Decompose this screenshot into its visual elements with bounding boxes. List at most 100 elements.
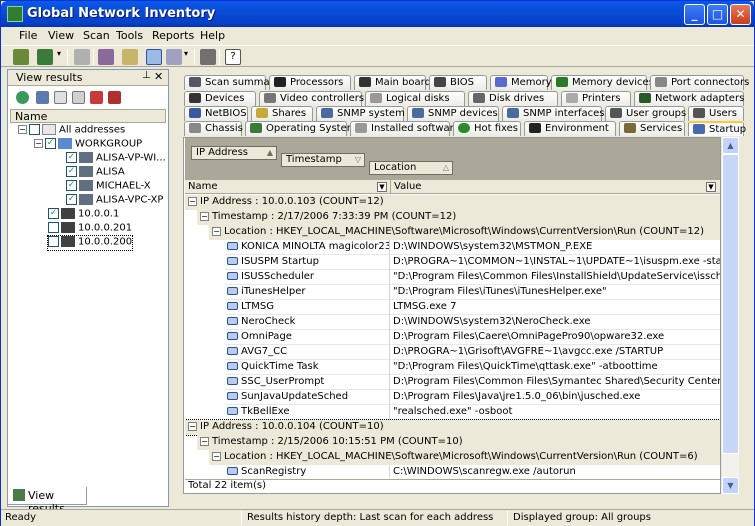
- scan-dropdown-icon[interactable]: ▾: [55, 49, 63, 65]
- tab-scan-summary[interactable]: Scan summary: [184, 75, 280, 90]
- tree-item-host[interactable]: ✓ MICHAEL-X: [66, 180, 151, 194]
- table-row[interactable]: SSC_UserPrompt D:\Program Files\Common Fi…: [225, 375, 720, 390]
- checkbox[interactable]: ✓: [48, 208, 59, 219]
- column-value[interactable]: Value: [391, 180, 720, 194]
- checkbox[interactable]: ✓: [66, 180, 77, 191]
- wizard-icon[interactable]: [13, 49, 29, 65]
- table-row[interactable]: OmniPage D:\Program Files\Caere\OmniPageP…: [225, 330, 720, 345]
- collapse-icon[interactable]: −: [200, 211, 209, 221]
- delete-all-icon[interactable]: [108, 91, 121, 104]
- group-row-ip[interactable]: − IP Address : 10.0.0.104 (COUNT=10): [185, 419, 720, 436]
- group-icon[interactable]: [36, 91, 49, 104]
- menu-help[interactable]: Help: [200, 29, 225, 42]
- network-icon[interactable]: [16, 91, 29, 104]
- menu-reports[interactable]: Reports: [152, 29, 194, 42]
- tab-hot-fixes[interactable]: Hot fixes: [453, 121, 521, 136]
- panel-close-icon[interactable]: ✕: [154, 70, 163, 83]
- help-icon[interactable]: ?: [225, 49, 241, 65]
- collapse-icon[interactable]: −: [212, 226, 221, 236]
- list-icon[interactable]: [72, 91, 85, 104]
- tab-services[interactable]: Services: [619, 121, 685, 136]
- tab-installed-software[interactable]: Installed software: [350, 121, 460, 136]
- tree-item-ip[interactable]: 10.0.0.201: [48, 222, 132, 236]
- table-row[interactable]: ISUSPM Startup D:\PROGRA~1\COMMON~1\INSTA…: [225, 255, 720, 270]
- tab-network-adapters[interactable]: Network adapters: [634, 91, 744, 106]
- tab-operating-system[interactable]: Operating System: [245, 121, 356, 136]
- tab-logical-disks[interactable]: Logical disks: [365, 91, 465, 106]
- tab-snmp-system[interactable]: SNMP system: [316, 106, 405, 121]
- menu-file[interactable]: File: [19, 29, 37, 42]
- tab-startup[interactable]: Startup: [688, 121, 746, 136]
- scan-icon[interactable]: [37, 49, 53, 65]
- table-row[interactable]: SunJavaUpdateSched D:\Program Files\Java\…: [225, 390, 720, 405]
- close-button[interactable]: ✕: [730, 4, 751, 25]
- table-row[interactable]: ISUSScheduler "D:\Program Files\Common Fi…: [225, 270, 720, 285]
- table-row[interactable]: ScanRegistry C:\WINDOWS\scanregw.exe /aut…: [225, 465, 720, 478]
- table-row[interactable]: LTMSG LTMSG.exe 7: [225, 300, 720, 315]
- tab-printers[interactable]: Printers: [561, 91, 631, 106]
- layout-dropdown-icon[interactable]: ▾: [182, 49, 190, 65]
- table-row[interactable]: AVG7_CC D:\PROGRA~1\Grisoft\AVGFRE~1\avgc…: [225, 345, 720, 360]
- table-row[interactable]: iTunesHelper "D:\Program Files\iTunes\iTu…: [225, 285, 720, 300]
- view-results-tab[interactable]: View results: [7, 487, 87, 515]
- collapse-icon[interactable]: −: [188, 196, 197, 206]
- tab-video-controllers[interactable]: Video controllers: [259, 91, 364, 106]
- tree-column-header[interactable]: Name: [10, 109, 166, 123]
- maximize-button[interactable]: □: [707, 4, 728, 25]
- tab-memory[interactable]: Memory: [490, 75, 552, 90]
- collapse-icon[interactable]: −: [18, 125, 27, 134]
- tab-netbios[interactable]: NetBIOS: [184, 106, 248, 121]
- tree-item-ip-selected[interactable]: 10.0.0.200: [46, 235, 134, 251]
- collapse-icon[interactable]: −: [200, 436, 209, 446]
- group-by-timestamp[interactable]: Timestamp ▽: [281, 153, 365, 167]
- scroll-up-icon[interactable]: ▲: [722, 137, 739, 154]
- tab-devices[interactable]: Devices: [184, 91, 256, 106]
- checkbox[interactable]: ✓: [66, 194, 77, 205]
- tree-item-all-addresses[interactable]: − All addresses: [18, 124, 125, 138]
- vertical-scrollbar[interactable]: ▲ ▼: [722, 137, 739, 494]
- group-row-location[interactable]: − Location : HKEY_LOCAL_MACHINE\Software\…: [209, 450, 720, 465]
- tree-item-host[interactable]: ✓ ALISA-VPC-XP: [66, 194, 163, 208]
- menu-view[interactable]: View: [48, 29, 74, 42]
- tab-processors[interactable]: Processors: [269, 75, 351, 90]
- group-by-ip-address[interactable]: IP Address ▲: [191, 146, 277, 160]
- tab-memory-devices[interactable]: Memory devices: [551, 75, 654, 90]
- tree-item-host[interactable]: ✓ ALISA: [66, 166, 125, 180]
- stop-icon[interactable]: [74, 49, 90, 65]
- tab-main-board[interactable]: Main board: [354, 75, 431, 90]
- options-icon[interactable]: [98, 49, 114, 65]
- collapse-icon[interactable]: −: [34, 139, 43, 148]
- tab-snmp-devices[interactable]: SNMP devices: [407, 106, 499, 121]
- export-icon[interactable]: [122, 49, 138, 65]
- tab-bios[interactable]: BIOS: [429, 75, 487, 90]
- view-toggle-icon[interactable]: [146, 49, 162, 65]
- checkbox[interactable]: ✓: [66, 152, 77, 163]
- address-icon[interactable]: [54, 91, 67, 104]
- group-by-location[interactable]: Location △: [369, 161, 453, 175]
- pin-icon[interactable]: ⊥: [142, 70, 151, 81]
- table-row[interactable]: TkBellExe "realsched.exe" -osboot: [225, 405, 720, 420]
- tree-item-workgroup[interactable]: − ✓ WORKGROUP: [34, 138, 142, 152]
- scroll-thumb[interactable]: [722, 154, 739, 454]
- table-row[interactable]: QuickTime Task "D:\Program Files\QuickTim…: [225, 360, 720, 375]
- title-bar[interactable]: Global Network Inventory _ □ ✕: [1, 1, 754, 27]
- checkbox[interactable]: ✓: [66, 166, 77, 177]
- tab-user-groups[interactable]: User groups: [605, 106, 686, 121]
- checkbox[interactable]: [48, 222, 59, 233]
- group-row-location[interactable]: − Location : HKEY_LOCAL_MACHINE\Software\…: [209, 225, 720, 240]
- minimize-button[interactable]: _: [684, 4, 705, 25]
- tab-disk-drives[interactable]: Disk drives: [468, 91, 558, 106]
- group-row-ip[interactable]: − IP Address : 10.0.0.103 (COUNT=12): [185, 195, 720, 210]
- collapse-icon[interactable]: −: [212, 451, 221, 461]
- menu-scan[interactable]: Scan: [83, 29, 110, 42]
- checkbox[interactable]: [29, 124, 40, 135]
- checkbox[interactable]: ✓: [45, 138, 56, 149]
- menu-tools[interactable]: Tools: [116, 29, 143, 42]
- value-filter-dropdown-icon[interactable]: ▼: [706, 182, 716, 192]
- tab-snmp-interfaces[interactable]: SNMP interfaces: [502, 106, 604, 121]
- group-row-timestamp[interactable]: − Timestamp : 2/15/2006 10:15:51 PM (COUN…: [197, 435, 720, 450]
- layout-icon[interactable]: [166, 49, 182, 65]
- tree-item-ip[interactable]: ✓ 10.0.0.1: [48, 208, 119, 222]
- collapse-icon[interactable]: −: [188, 421, 197, 431]
- tab-shares[interactable]: Shares: [251, 106, 313, 121]
